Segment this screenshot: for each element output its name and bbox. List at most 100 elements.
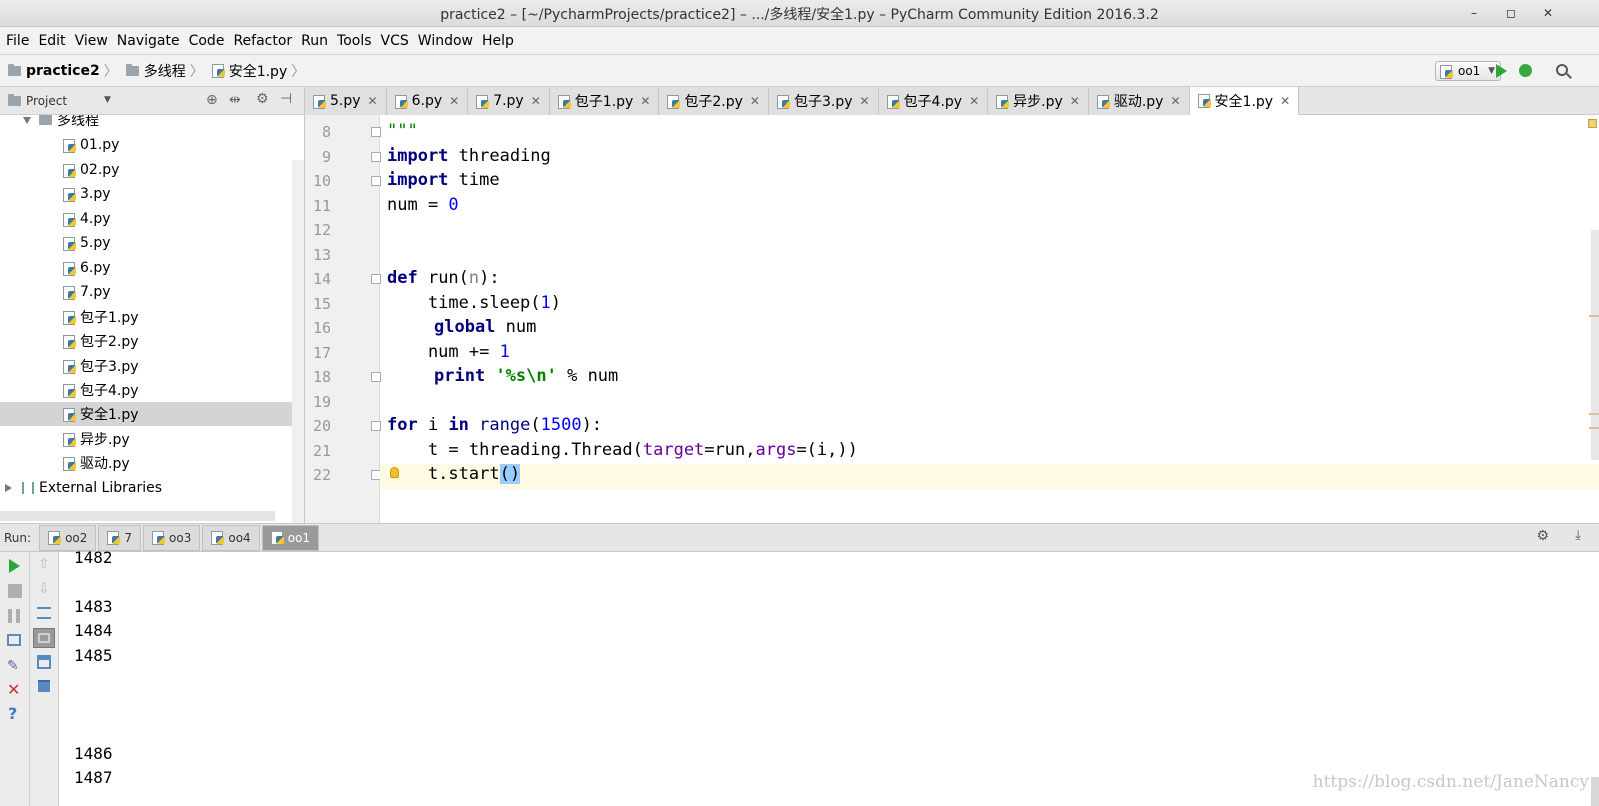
tab-anquan1-active[interactable]: 安全1.py ✕ (1189, 87, 1300, 115)
code-editor[interactable]: 8 9 10 11 12 13 14 15 16 17 18 19 20 21 … (305, 115, 1599, 523)
debug-bug-icon[interactable] (1519, 64, 1532, 77)
close-icon[interactable]: ✕ (531, 94, 541, 108)
console-output[interactable]: 1482 1483 1484 1485 1486 1487 (59, 548, 1599, 806)
fold-marker-icon[interactable] (371, 274, 381, 284)
close-icon[interactable]: ✕ (860, 94, 870, 108)
run-tab[interactable]: 7 (98, 524, 142, 551)
menu-code[interactable]: Code (185, 33, 229, 49)
tab-baozi2[interactable]: 包子2.py ✕ (659, 87, 769, 115)
hide-panel-icon[interactable]: ⊣ (280, 91, 292, 107)
tab-yibu[interactable]: 异步.py ✕ (988, 87, 1089, 115)
fold-marker-icon[interactable] (371, 372, 381, 382)
run-tab[interactable]: oo2 (39, 524, 97, 551)
arrow-up-icon[interactable]: ⇧ (38, 557, 52, 571)
stop-icon[interactable] (8, 584, 22, 598)
tab-7-py[interactable]: 7.py ✕ (468, 87, 550, 115)
menu-tools[interactable]: Tools (333, 33, 376, 49)
breadcrumb-file[interactable]: 安全1.py 〉 (211, 61, 310, 81)
scroll-to-end-toggle[interactable] (33, 628, 55, 648)
menu-help[interactable]: Help (478, 33, 518, 49)
tab-baozi1[interactable]: 包子1.py ✕ (549, 87, 660, 115)
fold-marker-icon[interactable] (371, 421, 381, 431)
trash-icon[interactable] (38, 680, 50, 692)
tree-horizontal-scrollbar[interactable] (0, 511, 275, 521)
fold-marker-icon[interactable] (371, 152, 381, 162)
run-tab[interactable]: oo3 (143, 524, 201, 551)
fold-marker-icon[interactable] (371, 176, 381, 186)
close-button[interactable]: ✕ (1539, 4, 1557, 22)
expand-icon[interactable] (5, 484, 12, 492)
close-icon[interactable]: ✕ (449, 94, 459, 108)
project-panel-title[interactable]: Project (26, 94, 67, 108)
collapse-icon[interactable]: ⇹ (229, 92, 241, 108)
menu-vcs[interactable]: VCS (377, 33, 413, 49)
pause-icon[interactable] (8, 609, 20, 623)
run-play-icon[interactable] (1496, 64, 1507, 78)
help-icon[interactable]: ? (8, 706, 22, 722)
close-icon[interactable]: ✕ (640, 94, 650, 108)
rerun-play-icon[interactable] (9, 559, 20, 573)
close-icon[interactable]: ✕ (368, 94, 378, 108)
close-icon[interactable]: ✕ (750, 94, 760, 108)
menu-refactor[interactable]: Refactor (229, 33, 296, 49)
tree-file-item[interactable]: 异步.py (0, 427, 292, 451)
tab-6-py[interactable]: 6.py ✕ (386, 87, 469, 115)
restore-layout-icon[interactable] (7, 634, 21, 646)
tree-file-label: 6.py (80, 260, 111, 276)
hide-panel-icon[interactable]: ⤓ (1575, 528, 1581, 543)
minimize-button[interactable]: – (1465, 4, 1483, 22)
menu-run[interactable]: Run (297, 33, 332, 49)
expand-icon[interactable] (23, 116, 31, 124)
arrow-down-icon[interactable]: ⇩ (38, 582, 52, 596)
maximize-button[interactable]: ◻ (1502, 4, 1520, 22)
tree-file-item[interactable]: 02.py (0, 158, 292, 182)
fold-marker-icon[interactable] (371, 127, 381, 137)
target-icon[interactable]: ⊕ (206, 92, 218, 108)
run-tab[interactable]: oo4 (202, 524, 260, 551)
run-tab-label: oo3 (169, 530, 192, 545)
inspection-status-icon[interactable] (1588, 119, 1597, 128)
tab-5-py[interactable]: 5.py ✕ (305, 87, 387, 115)
tree-file-item[interactable]: 3.py (0, 182, 292, 206)
console-scrollbar[interactable] (1591, 777, 1599, 806)
tree-file-item[interactable]: 包子1.py (0, 305, 292, 329)
pin-icon[interactable]: ✎ (7, 659, 21, 673)
tree-file-item[interactable]: 01.py (0, 133, 292, 157)
close-icon[interactable]: ✕ (1170, 94, 1180, 108)
menu-view[interactable]: View (71, 33, 112, 49)
soft-wrap-icon[interactable] (37, 607, 51, 619)
menu-navigate[interactable]: Navigate (113, 33, 184, 49)
gear-icon[interactable]: ⚙ (256, 91, 269, 107)
gear-icon[interactable]: ⚙ (1536, 528, 1549, 544)
close-icon[interactable]: ✕ (969, 94, 979, 108)
breadcrumb-folder[interactable]: 多线程〉 (125, 61, 208, 81)
search-icon[interactable] (1556, 64, 1568, 76)
tree-scrollbar[interactable] (292, 160, 304, 523)
tree-file-item[interactable]: 7.py (0, 280, 292, 304)
tree-file-item[interactable]: 驱动.py (0, 451, 292, 475)
breadcrumb-project[interactable]: practice2 〉 (8, 61, 122, 81)
run-config-select[interactable]: oo1 ▼ (1435, 61, 1501, 81)
tree-file-item[interactable]: 包子2.py (0, 329, 292, 353)
tab-baozi4[interactable]: 包子4.py ✕ (878, 87, 989, 115)
menu-file[interactable]: File (2, 33, 33, 49)
tree-file-item[interactable]: 包子3.py (0, 354, 292, 378)
editor-scrollbar[interactable] (1591, 230, 1599, 460)
close-icon[interactable]: ✕ (1070, 94, 1080, 108)
print-icon[interactable] (37, 655, 51, 669)
menu-edit[interactable]: Edit (34, 33, 69, 49)
tree-file-item[interactable]: 4.py (0, 207, 292, 231)
close-icon[interactable]: ✕ (1280, 94, 1290, 108)
menu-window[interactable]: Window (414, 33, 477, 49)
run-tab-active[interactable]: oo1 (261, 524, 320, 551)
tree-external-libraries[interactable]: External Libraries (0, 476, 292, 500)
close-icon[interactable]: ✕ (7, 682, 21, 698)
tree-file-item-selected[interactable]: 安全1.py (0, 402, 292, 426)
tree-file-item[interactable]: 6.py (0, 256, 292, 280)
tab-baozi3[interactable]: 包子3.py ✕ (768, 87, 879, 115)
tree-file-item[interactable]: 5.py (0, 231, 292, 255)
tree-file-item[interactable]: 包子4.py (0, 378, 292, 402)
chevron-down-icon[interactable]: ▼ (104, 95, 111, 105)
tab-qudong[interactable]: 驱动.py ✕ (1088, 87, 1190, 115)
tree-folder[interactable]: 多线程 (0, 115, 292, 132)
